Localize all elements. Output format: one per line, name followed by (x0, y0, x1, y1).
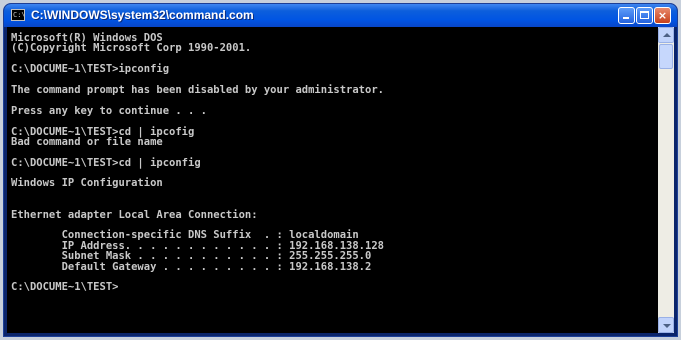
minimize-icon (623, 17, 629, 19)
console-line: Press any key to continue . . . (11, 104, 207, 117)
title-bar[interactable]: C:\ C:\WINDOWS\system32\command.com × (4, 4, 677, 27)
window-title: C:\WINDOWS\system32\command.com (31, 8, 254, 22)
minimize-button[interactable] (618, 7, 635, 24)
scroll-down-button[interactable] (658, 317, 674, 333)
console-line: C:\DOCUME~1\TEST>cd | ipconfig (11, 156, 201, 169)
console-output[interactable]: Microsoft(R) Windows DOS (C)Copyright Mic… (7, 27, 658, 333)
console-line: Ethernet adapter Local Area Connection: (11, 208, 258, 221)
command-prompt-icon[interactable]: C:\ (11, 9, 26, 21)
maximize-button[interactable] (636, 7, 653, 24)
console-line: C:\DOCUME~1\TEST> (11, 281, 119, 294)
close-button[interactable]: × (654, 7, 671, 24)
console-line: C:\DOCUME~1\TEST>ipconfig (11, 63, 170, 76)
console-line: Default Gateway . . . . . . . . . : 192.… (11, 260, 372, 273)
scroll-up-button[interactable] (658, 27, 674, 43)
maximize-icon (640, 11, 649, 19)
console-line: Windows IP Configuration (11, 177, 163, 190)
console-line: Bad command or file name (11, 135, 163, 148)
close-icon: × (657, 9, 668, 22)
scroll-thumb[interactable] (659, 44, 673, 69)
vertical-scrollbar[interactable] (658, 27, 674, 333)
console-line: The command prompt has been disabled by … (11, 83, 384, 96)
command-prompt-window: C:\ C:\WINDOWS\system32\command.com × Mi… (4, 4, 677, 336)
console-text: Microsoft(R) Windows DOS (C)Copyright Mic… (7, 27, 658, 293)
console-line: (C)Copyright Microsoft Corp 1990-2001. (11, 42, 252, 55)
